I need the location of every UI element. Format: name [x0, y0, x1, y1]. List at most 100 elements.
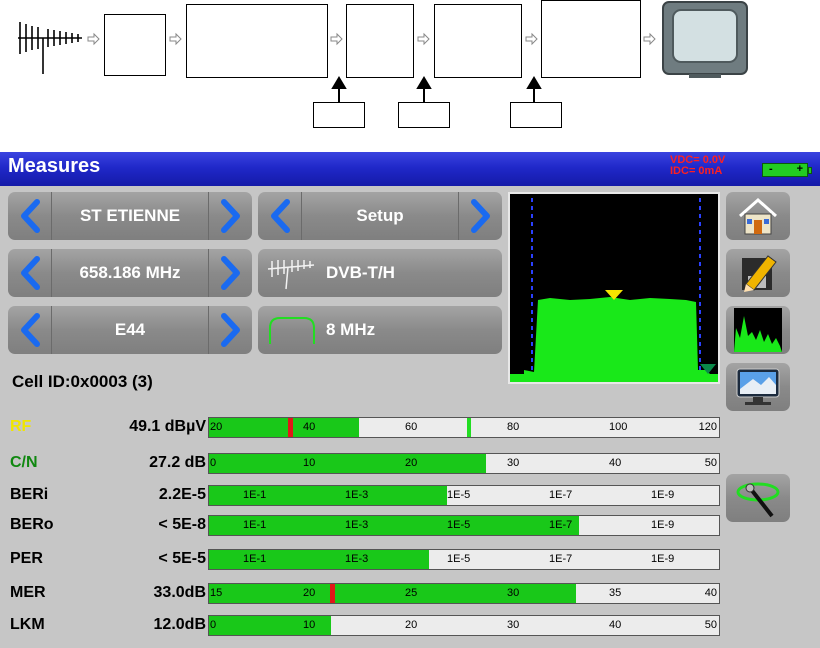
antenna-icon: [18, 22, 82, 74]
tick-label: 1E-5: [447, 519, 471, 531]
peak-marker: [466, 418, 471, 437]
measure-row-lkm: LKM 12.0dB 0 10 20 30 40 50: [0, 614, 730, 636]
chevron-left-icon: [270, 199, 290, 233]
tick-label: 40: [704, 587, 717, 599]
frequency-next-button[interactable]: [208, 249, 252, 297]
chevron-right-icon: [220, 313, 240, 347]
tv-monitor-icon: [736, 368, 780, 405]
battery-plus: +: [796, 163, 803, 175]
frequency-prev-button[interactable]: [8, 249, 52, 297]
tick-label: 0: [210, 619, 217, 631]
channel-selector: ST ETIENNE: [8, 192, 252, 240]
battery-minus: -: [769, 163, 773, 175]
tick-label: 20: [405, 457, 418, 469]
measure-row-per: PER < 5E-5 1E-1 1E-3 1E-5 1E-7 1E-9: [0, 548, 730, 570]
measure-fill: [209, 454, 487, 473]
measure-row-rf: RF 49.1 dBµV 20 40 60 80 100 120: [0, 416, 730, 438]
measure-bar: 0 10 20 30 40 50: [208, 615, 720, 636]
measure-value: 33.0dB: [153, 584, 206, 601]
measure-value: 2.2E-5: [158, 486, 206, 503]
measure-bar: 0 10 20 30 40 50: [208, 453, 720, 474]
title-bar: Measures VDC= 0.0V IDC= 0mA - +: [0, 152, 820, 186]
tick-label: 1E-1: [243, 553, 267, 565]
spectrum-display[interactable]: [508, 192, 720, 384]
tick-label: 1E-3: [345, 489, 369, 501]
diagram-block-5: [541, 0, 641, 78]
tick-label: 1E-9: [651, 553, 675, 565]
tick-label: 50: [704, 619, 717, 631]
tick-label: 50: [704, 457, 717, 469]
tick-label: 40: [609, 457, 622, 469]
television-icon: [662, 1, 748, 78]
satellite-pointer-button[interactable]: [726, 474, 790, 522]
tick-label: 1E-7: [549, 519, 573, 531]
mode-prev-button[interactable]: [258, 192, 302, 240]
bandwidth-label: 8 MHz: [326, 320, 376, 339]
battery-terminal: [808, 167, 812, 174]
channel-number-prev-button[interactable]: [8, 306, 52, 354]
spectrum-plot: [510, 198, 718, 382]
page-title: Measures: [8, 155, 101, 177]
tick-label: 35: [609, 587, 622, 599]
diagram-control-3: [510, 102, 562, 128]
measure-label: RF: [10, 418, 32, 435]
diagram-block-2: [186, 4, 328, 78]
chevron-right-icon: [470, 199, 490, 233]
tick-label: 20: [405, 619, 418, 631]
measures-screen: Measures VDC= 0.0V IDC= 0mA - + ST ETIEN…: [0, 152, 820, 648]
tick-label: 120: [698, 421, 717, 433]
measure-row-beri: BERi 2.2E-5 1E-1 1E-3 1E-5 1E-7 1E-9: [0, 484, 730, 506]
satellite-pointer-icon: [736, 482, 780, 518]
measure-bar: 1E-1 1E-3 1E-5 1E-7 1E-9: [208, 485, 720, 506]
measure-bar: 20 40 60 80 100 120: [208, 417, 720, 438]
measure-label: PER: [10, 550, 43, 567]
spectrum-icon: [734, 308, 782, 352]
battery-icon: - +: [762, 163, 812, 177]
tick-label: 0: [210, 457, 217, 469]
home-button[interactable]: [726, 192, 790, 240]
bandwidth-filter-icon: [269, 317, 315, 344]
standard-button[interactable]: DVB-T/H: [258, 249, 502, 297]
channel-prev-button[interactable]: [8, 192, 52, 240]
tick-label: 1E-1: [243, 519, 267, 531]
measure-value: 12.0dB: [153, 616, 206, 633]
tick-label: 10: [303, 457, 316, 469]
tick-label: 100: [609, 421, 628, 433]
tick-label: 10: [303, 619, 316, 631]
threshold-marker: [330, 584, 336, 603]
tick-label: 1E-9: [651, 489, 675, 501]
measure-bar: 15 20 25 30 35 40: [208, 583, 720, 604]
measure-label: MER: [10, 584, 46, 601]
tick-label: 20: [210, 421, 223, 433]
channel-next-button[interactable]: [208, 192, 252, 240]
tv-monitor-button[interactable]: [726, 363, 790, 411]
channel-number-next-button[interactable]: [208, 306, 252, 354]
frequency-label: 658.186 MHz: [79, 263, 181, 282]
cell-id: Cell ID:0x0003 (3): [12, 372, 153, 391]
tick-label: 1E-9: [651, 519, 675, 531]
standard-label: DVB-T/H: [326, 263, 395, 282]
tick-label: 1E-5: [447, 489, 471, 501]
save-edit-button[interactable]: [726, 249, 790, 297]
mode-next-button[interactable]: [458, 192, 502, 240]
tick-label: 1E-1: [243, 489, 267, 501]
antenna-icon: [267, 260, 315, 290]
tick-label: 1E-3: [345, 553, 369, 565]
measure-bar: 1E-1 1E-3 1E-5 1E-7 1E-9: [208, 515, 720, 536]
bandwidth-button[interactable]: 8 MHz: [258, 306, 502, 354]
spectrum-button[interactable]: [726, 306, 790, 354]
channel-label: ST ETIENNE: [79, 206, 181, 225]
power-readout: VDC= 0.0V IDC= 0mA: [670, 155, 725, 177]
measure-fill: [209, 418, 359, 437]
tick-label: 30: [507, 587, 520, 599]
channel-number-selector: E44: [8, 306, 252, 354]
tick-label: 1E-3: [345, 519, 369, 531]
measure-row-bero: BERo < 5E-8 1E-1 1E-3 1E-5 1E-7 1E-9: [0, 514, 730, 536]
tick-label: 25: [405, 587, 418, 599]
home-icon: [739, 197, 777, 235]
measure-label: LKM: [10, 616, 45, 633]
chevron-left-icon: [20, 199, 40, 233]
chevron-right-icon: [220, 256, 240, 290]
save-edit-icon: [742, 255, 777, 292]
tick-label: 40: [609, 619, 622, 631]
